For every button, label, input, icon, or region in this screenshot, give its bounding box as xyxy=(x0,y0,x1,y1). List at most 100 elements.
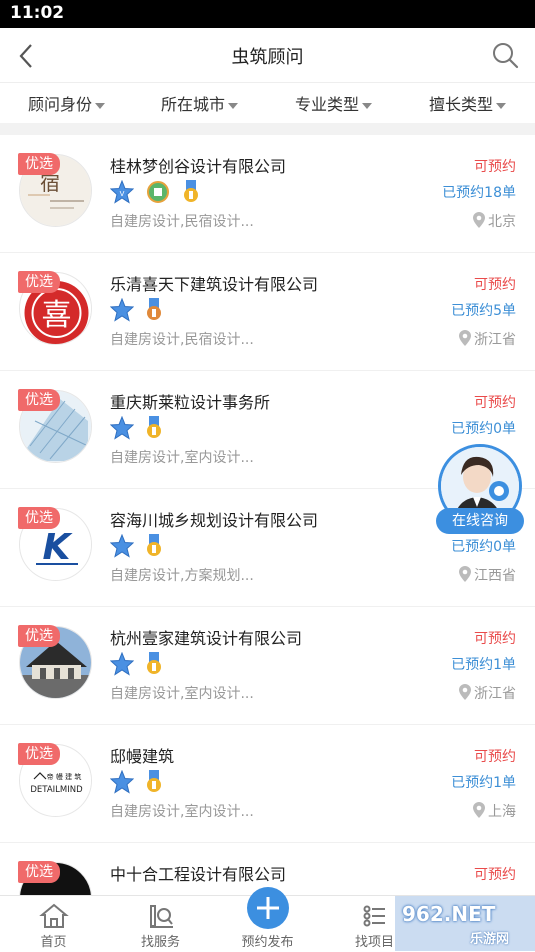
tab-label: 首页 xyxy=(40,935,67,950)
advisor-name: 桂林梦创谷设计有限公司 xyxy=(110,157,287,176)
status-bar: 11:02 xyxy=(0,0,535,28)
certified-badge-icon xyxy=(147,181,170,203)
location-text: 浙江省 xyxy=(474,686,516,702)
medal-badge-icon xyxy=(147,298,162,320)
location-pin-icon xyxy=(459,566,471,582)
booked-count: 已预约18单 xyxy=(442,185,516,201)
filter-bar: 顾问身份 所在城市 专业类型 擅长类型 xyxy=(0,83,535,123)
caret-down-icon xyxy=(362,102,373,109)
plus-icon xyxy=(246,887,289,929)
medal-badge-icon xyxy=(147,652,162,674)
star-badge-icon xyxy=(110,770,134,794)
featured-tag: 优选 xyxy=(18,271,60,293)
featured-tag: 优选 xyxy=(18,153,60,175)
featured-tag: 优选 xyxy=(18,507,60,529)
avatar-glyph: K xyxy=(43,527,74,568)
advisor-desc: 自建房设计,民宿设计... xyxy=(110,214,254,230)
filter-expertise[interactable]: 擅长类型 xyxy=(429,91,507,115)
location-pin-icon xyxy=(473,212,485,228)
advisor-name: 乐清喜天下建筑设计有限公司 xyxy=(110,275,319,294)
caret-down-icon xyxy=(228,102,239,109)
booked-count: 已预约0单 xyxy=(451,539,516,555)
advisor-name: 杭州壹家建筑设计有限公司 xyxy=(110,629,303,648)
tab-home[interactable]: 首页 xyxy=(0,896,107,952)
nav-bar: 虫筑顾问 xyxy=(0,28,535,83)
advisor-name: 重庆斯莱粒设计事务所 xyxy=(110,393,271,412)
advisor-desc: 自建房设计,室内设计... xyxy=(110,686,254,702)
location-text: 浙江省 xyxy=(474,332,516,348)
advisor-item[interactable]: 帝 幔 建 筑 DETAILMIND 优选 邸幔建筑 自建房设计,室内设计...… xyxy=(0,725,535,843)
tab-label: 找服务 xyxy=(140,935,180,950)
booked-count: 已预约1单 xyxy=(451,775,516,791)
svg-text:V: V xyxy=(120,190,125,198)
online-consult-button[interactable]: 在线咨询 xyxy=(436,444,524,536)
page-title: 虫筑顾问 xyxy=(231,47,304,68)
location: 江西省 xyxy=(459,565,516,585)
search-icon xyxy=(493,43,519,69)
tab-find-service[interactable]: 找服务 xyxy=(107,896,214,952)
badge-row: V xyxy=(110,180,206,204)
badge-row xyxy=(110,652,169,676)
advisor-desc: 自建房设计,室内设计... xyxy=(110,450,254,466)
advisor-item[interactable]: 优选 杭州壹家建筑设计有限公司 自建房设计,室内设计... 可预约 已预约1单 … xyxy=(0,607,535,725)
availability-status: 可预约 xyxy=(474,395,516,411)
availability-status: 可预约 xyxy=(474,631,516,647)
star-badge-icon xyxy=(110,416,134,440)
caret-down-icon xyxy=(95,102,106,109)
featured-tag: 优选 xyxy=(18,389,60,411)
filter-identity[interactable]: 顾问身份 xyxy=(28,91,106,115)
availability-status: 可预约 xyxy=(474,159,516,175)
booked-count: 已预约0单 xyxy=(451,421,516,437)
badge-row xyxy=(110,534,169,558)
badge-row xyxy=(110,770,169,794)
advisor-name: 中十合工程设计有限公司 xyxy=(110,865,287,884)
avatar-glyph: 帝 幔 建 筑 xyxy=(47,772,82,781)
service-icon xyxy=(149,905,173,928)
location: 北京 xyxy=(473,211,516,231)
location-pin-icon xyxy=(473,802,485,818)
location-pin-icon xyxy=(459,684,471,700)
availability-status: 可预约 xyxy=(474,277,516,293)
availability-status: 可预约 xyxy=(474,749,516,765)
location: 浙江省 xyxy=(459,683,516,703)
star-badge-icon xyxy=(110,534,134,558)
tab-label: 预约发布 xyxy=(241,935,294,950)
filter-label: 专业类型 xyxy=(295,95,360,114)
filter-label: 顾问身份 xyxy=(28,95,93,114)
star-badge-icon: V xyxy=(110,180,134,204)
advisor-name: 容海川城乡规划设计有限公司 xyxy=(110,511,319,530)
advisor-desc: 自建房设计,室内设计... xyxy=(110,804,254,820)
filter-city[interactable]: 所在城市 xyxy=(161,91,239,115)
location-text: 北京 xyxy=(488,214,516,230)
filter-label: 所在城市 xyxy=(161,95,226,114)
advisor-desc: 自建房设计,民宿设计... xyxy=(110,332,254,348)
star-badge-icon xyxy=(110,298,134,322)
search-button[interactable] xyxy=(491,41,519,69)
medal-badge-icon xyxy=(184,180,199,202)
featured-tag: 优选 xyxy=(18,861,60,883)
location-text: 江西省 xyxy=(474,568,516,584)
filter-specialty[interactable]: 专业类型 xyxy=(295,91,373,115)
location: 上海 xyxy=(473,801,516,821)
location: 浙江省 xyxy=(459,329,516,349)
watermark-text: 962.NET xyxy=(402,902,496,926)
advisor-item[interactable]: 宿 优选 桂林梦创谷设计有限公司 V 自建房设计,民宿设计... 可预约 已预约… xyxy=(0,135,535,253)
list-icon xyxy=(363,905,385,927)
divider xyxy=(0,123,535,135)
avatar-glyph: 喜 xyxy=(42,298,72,333)
medal-badge-icon xyxy=(147,534,162,556)
tab-publish[interactable]: 预约发布 xyxy=(214,887,321,952)
avatar-glyph: DETAILMIND xyxy=(30,785,83,795)
booked-count: 已预约1单 xyxy=(451,657,516,673)
location-pin-icon xyxy=(459,330,471,346)
advisor-desc: 自建房设计,方案规划... xyxy=(110,568,254,584)
watermark-subtext: 乐游网 xyxy=(470,932,510,947)
filter-label: 擅长类型 xyxy=(429,95,494,114)
featured-tag: 优选 xyxy=(18,743,60,765)
medal-badge-icon xyxy=(147,770,162,792)
status-time: 11:02 xyxy=(10,3,65,23)
location-text: 上海 xyxy=(488,804,516,820)
advisor-item[interactable]: 喜 优选 乐清喜天下建筑设计有限公司 自建房设计,民宿设计... 可预约 已预约… xyxy=(0,253,535,371)
online-consult-label: 在线咨询 xyxy=(436,508,524,534)
advisor-name: 邸幔建筑 xyxy=(110,747,175,766)
